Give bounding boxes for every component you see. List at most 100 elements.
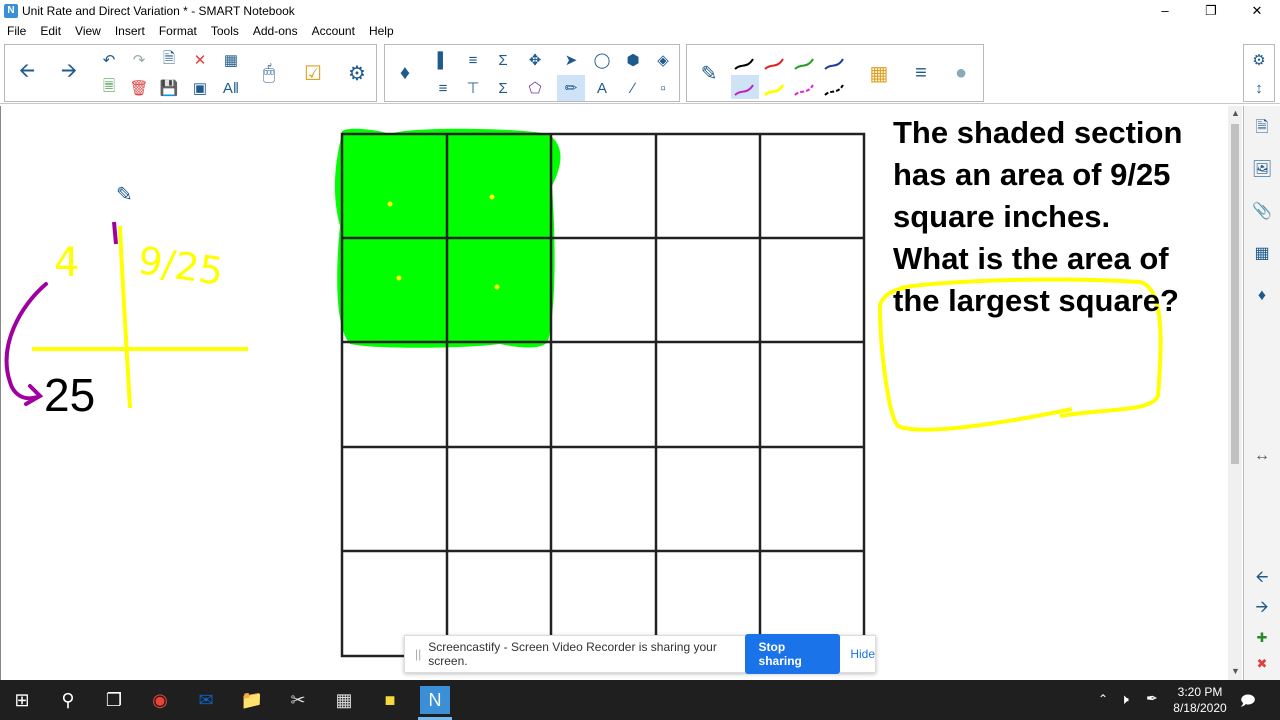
math-sum-icon[interactable]: Σ [489, 47, 517, 73]
sticky-notes-icon[interactable]: ■ [376, 686, 404, 714]
question-text: The shaded section has an area of 9/25 s… [893, 115, 1183, 318]
handwritten-four: 4 [54, 240, 80, 286]
task-view-icon[interactable]: ❐ [100, 686, 128, 714]
table-icon[interactable]: ▦ [217, 47, 245, 73]
text-icon[interactable]: A [588, 75, 616, 101]
dot-marker [396, 275, 402, 281]
document-camera-icon[interactable]: 🖱 [251, 46, 287, 100]
align-right-icon[interactable]: ≡ [459, 47, 487, 73]
dot-marker [387, 201, 393, 207]
side-previous-icon[interactable]: 🡨 [1248, 564, 1276, 592]
purple-arrow [4, 282, 48, 406]
insert-page-icon[interactable]: 🗎 [155, 47, 183, 73]
close-button[interactable]: ✕ [1234, 0, 1280, 22]
clock-time[interactable]: 3:20 PM [1170, 685, 1230, 699]
save-icon[interactable]: 💾 [155, 75, 183, 101]
next-page-icon[interactable]: 🡪 [51, 46, 87, 100]
attachments-icon[interactable]: 📎 [1248, 198, 1276, 226]
menu-account[interactable]: Account [305, 24, 362, 38]
pen-workspace-icon[interactable]: ✒ [1146, 690, 1158, 707]
page-sorter-icon[interactable]: 🗎 [1248, 114, 1276, 142]
vertical-scrollbar[interactable]: ▲ ▼ [1228, 106, 1242, 680]
menu-insert[interactable]: Insert [108, 24, 152, 38]
outlook-icon[interactable]: ✉ [192, 686, 220, 714]
fill-icon[interactable]: ⬢ [619, 47, 647, 73]
shapes-icon[interactable]: ◯ [588, 47, 616, 73]
sharing-message: Screencastify - Screen Video Recorder is… [428, 640, 717, 668]
screen-shade-icon[interactable]: ▣ [186, 75, 214, 101]
volume-icon[interactable]: 🕨 [1120, 691, 1129, 708]
restore-button[interactable]: ❐ [1188, 0, 1234, 22]
menu-edit[interactable]: Edit [33, 24, 68, 38]
side-next-icon[interactable]: 🡪 [1248, 594, 1276, 622]
eraser-icon[interactable]: ▫ [649, 75, 677, 101]
menu-format[interactable]: Format [152, 24, 204, 38]
drag-handle-icon[interactable]: || [415, 647, 424, 661]
fill-effects-icon[interactable]: ● [943, 46, 979, 100]
hide-button[interactable]: Hide [850, 647, 875, 661]
align-left-icon[interactable]: ≡ [429, 75, 457, 101]
color-palette-icon[interactable]: ▦ [861, 46, 897, 100]
pen-swatches[interactable] [731, 49, 863, 101]
add-ons-icon[interactable]: ♦ [387, 46, 423, 100]
show-hidden-icons-icon[interactable]: ⌃ [1098, 692, 1108, 706]
math-tools-icon[interactable]: Σ [489, 75, 517, 101]
menu-help[interactable]: Help [362, 24, 401, 38]
scroll-up-icon[interactable]: ▲ [1231, 108, 1240, 118]
notifications-icon[interactable]: 🗩 [1240, 690, 1256, 714]
menu-tools[interactable]: Tools [204, 24, 246, 38]
menu-view[interactable]: View [68, 24, 108, 38]
window-title: Unit Rate and Direct Variation * - SMART… [22, 4, 295, 18]
smart-notebook-task-icon[interactable]: N [420, 686, 450, 714]
purple-mark [112, 221, 118, 245]
menu-file[interactable]: File [0, 24, 33, 38]
select-icon[interactable]: ➤ [557, 47, 585, 73]
snipping-tool-icon[interactable]: ✂ [284, 686, 312, 714]
side-delete-page-icon[interactable]: ✖ [1248, 650, 1276, 678]
screencastify-banner: || Screencastify - Screen Video Recorder… [404, 634, 876, 674]
pen-cursor-icon: ✎ [116, 184, 133, 206]
redo-icon[interactable]: ↷ [125, 47, 153, 73]
scroll-down-icon[interactable]: ▼ [1231, 666, 1240, 676]
title-bar: N Unit Rate and Direct Variation * - SMA… [0, 0, 1280, 22]
delete-icon[interactable]: ✕ [186, 47, 214, 73]
settings-gear-icon[interactable]: ⚙ [1245, 47, 1273, 73]
polygon-icon[interactable]: ⬠ [521, 75, 549, 101]
search-icon[interactable]: ⚲ [54, 686, 82, 714]
stop-sharing-button[interactable]: Stop sharing [744, 634, 841, 674]
activity-builder-icon[interactable]: ⚙ [339, 46, 375, 100]
dot-marker [494, 284, 500, 290]
paint-bucket-icon[interactable]: ◈ [649, 47, 677, 73]
main-toolbar: 🡨 🡪 ↶ ↷ 🗎 ✕ ▦ 🗏 🗑 💾 ▣ A‖ 🖱 ☑ ⚙ ♦ ▌ ≡ Σ ✥… [0, 42, 1280, 104]
gallery-icon[interactable]: 🖼 [1248, 156, 1276, 184]
previous-page-icon[interactable]: 🡨 [9, 46, 45, 100]
chrome-icon[interactable]: ◉ [146, 686, 174, 714]
pens-icon[interactable]: ✏ [557, 75, 585, 101]
undo-icon[interactable]: ↶ [95, 47, 123, 73]
toolbar-position-icon[interactable]: ↕ [1245, 75, 1273, 101]
delete-page-icon[interactable]: 🗑 [125, 75, 153, 101]
line-style-icon[interactable]: ≡ [903, 46, 939, 100]
addons-tab-icon[interactable]: ♦ [1248, 282, 1276, 310]
add-page-icon[interactable]: 🗏 [95, 75, 123, 101]
windows-start-icon[interactable]: ⊞ [8, 686, 36, 714]
side-add-page-icon[interactable]: ✚ [1248, 624, 1276, 652]
resize-panel-icon[interactable]: ↔ [1248, 442, 1276, 470]
line-icon[interactable]: ∕ [619, 75, 647, 101]
properties-icon[interactable]: ▦ [1248, 240, 1276, 268]
calculator-icon[interactable]: ▦ [330, 686, 358, 714]
toolbar-group-settings: ⚙ ↕ [1243, 44, 1275, 102]
minimize-button[interactable]: – [1142, 0, 1188, 22]
chart-icon[interactable]: ▌ [429, 47, 457, 73]
align-top-icon[interactable]: ⊤ [459, 75, 487, 101]
shape-recognition-icon[interactable]: ✥ [521, 47, 549, 73]
toolbar-group-objects: ♦ ▌ ≡ Σ ✥ ≡ ⊤ Σ ⬠ ➤ ◯ ⬢ ◈ ✏ A ∕ ▫ [384, 44, 680, 102]
menu-addons[interactable]: Add-ons [246, 24, 305, 38]
pen-type-icon[interactable]: ✎ [691, 46, 727, 100]
t-chart-vertical [118, 225, 132, 409]
text-format-icon[interactable]: A‖ [217, 75, 245, 101]
clock-date[interactable]: 8/18/2020 [1170, 701, 1230, 715]
scrollbar-thumb[interactable] [1231, 124, 1239, 464]
response-icon[interactable]: ☑ [295, 46, 331, 100]
file-explorer-icon[interactable]: 📁 [238, 686, 266, 714]
